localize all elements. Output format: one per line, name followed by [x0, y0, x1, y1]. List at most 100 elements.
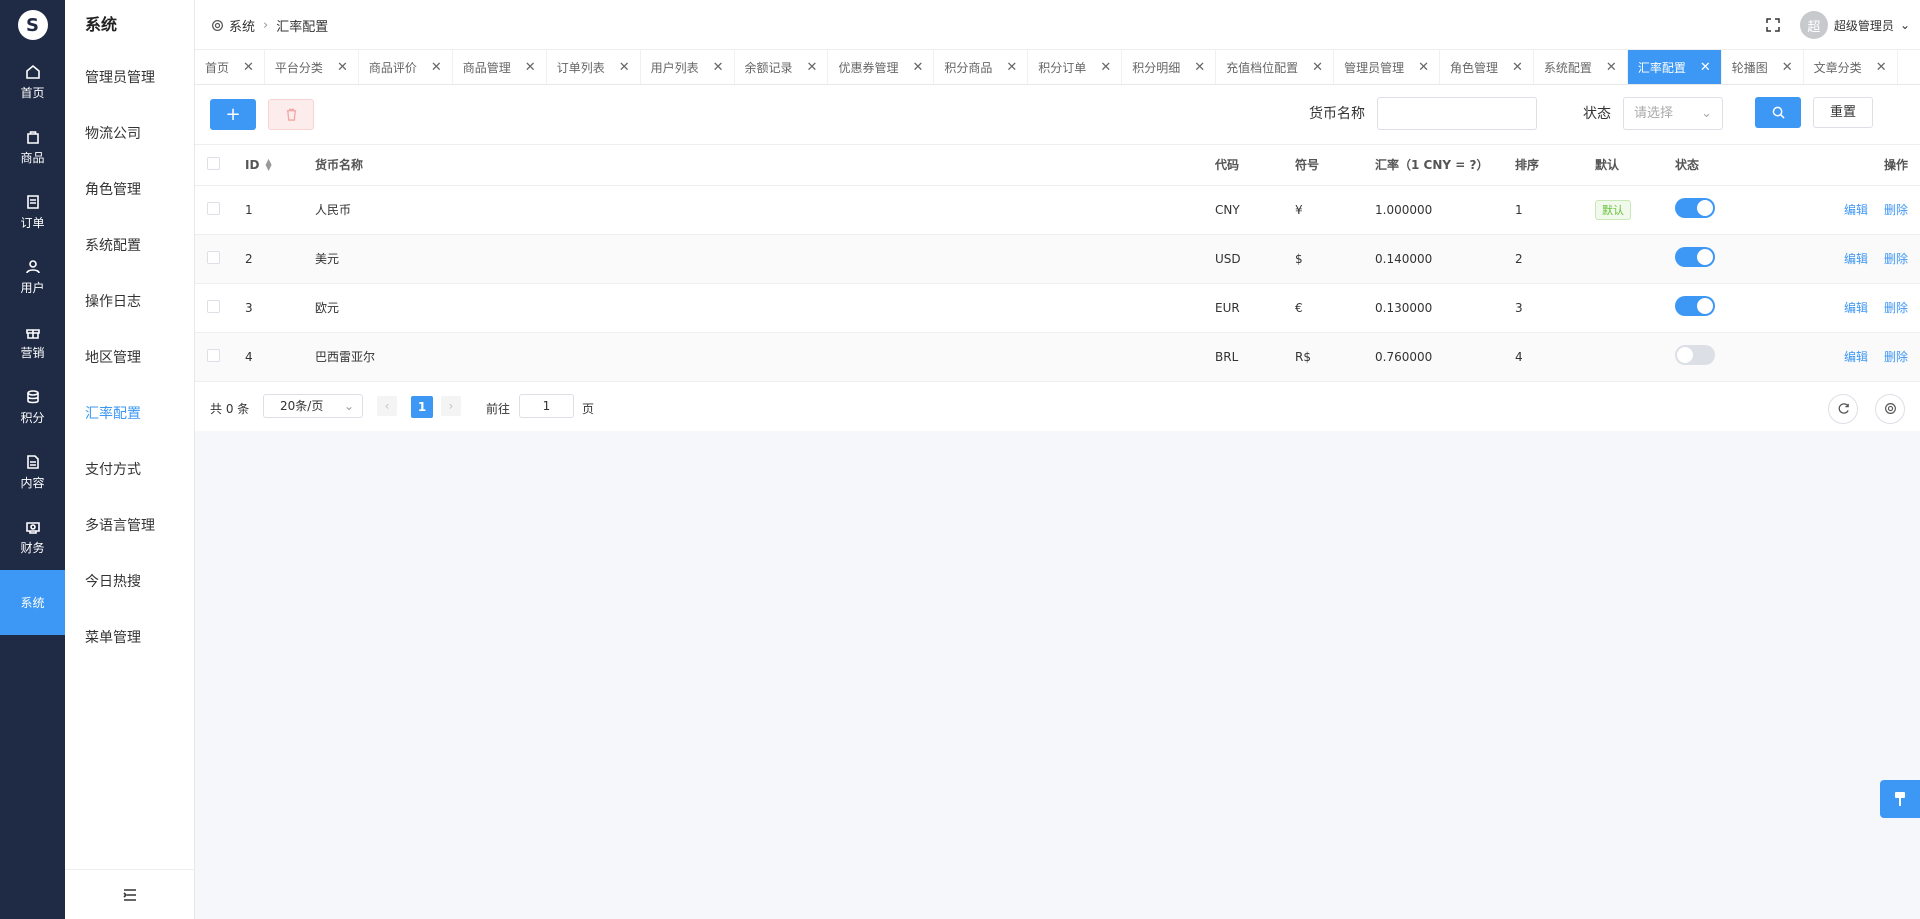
rail-item-orders[interactable]: 订单 — [0, 180, 65, 245]
edit-link[interactable]: 编辑 — [1844, 203, 1868, 217]
tab-coupons[interactable]: 优惠券管理 ✕ — [828, 50, 935, 84]
column-id[interactable]: ID ▲ ▼ — [245, 145, 315, 186]
edit-link[interactable]: 编辑 — [1844, 301, 1868, 315]
edit-link[interactable]: 编辑 — [1844, 350, 1868, 364]
subnav-item-payment-methods[interactable]: 支付方式 — [65, 442, 194, 498]
delete-button[interactable] — [268, 99, 314, 130]
tab-goods-manage[interactable]: 商品管理 ✕ — [453, 50, 547, 84]
tab-balance-log[interactable]: 余额记录 ✕ — [735, 50, 829, 84]
subnav-item-hot-search[interactable]: 今日热搜 — [65, 554, 194, 610]
tab-order-list[interactable]: 订单列表 ✕ — [547, 50, 641, 84]
currency-name-input[interactable] — [1377, 97, 1537, 130]
subnav-item-system-config[interactable]: 系统配置 — [65, 218, 194, 274]
close-icon[interactable]: ✕ — [431, 60, 442, 75]
tab-points-goods[interactable]: 积分商品 ✕ — [934, 50, 1029, 84]
close-icon[interactable]: ✕ — [1006, 60, 1017, 75]
tab-admins[interactable]: 管理员管理 ✕ — [1334, 50, 1440, 84]
close-icon[interactable]: ✕ — [1512, 60, 1523, 75]
tab-points-detail[interactable]: 积分明细 ✕ — [1122, 50, 1217, 84]
rail-item-content[interactable]: 内容 — [0, 440, 65, 505]
rail-item-goods[interactable]: 商品 — [0, 115, 65, 180]
close-icon[interactable]: ✕ — [525, 60, 536, 75]
settings-button[interactable] — [1875, 393, 1905, 424]
close-icon[interactable]: ✕ — [619, 60, 630, 75]
rail-item-finance[interactable]: 财务 — [0, 505, 65, 570]
subnav-item-logistics[interactable]: 物流公司 — [65, 106, 194, 162]
delete-link[interactable]: 删除 — [1884, 301, 1908, 315]
close-icon[interactable]: ✕ — [243, 60, 254, 75]
close-icon[interactable]: ✕ — [1194, 60, 1205, 75]
breadcrumb-root[interactable]: 系统 — [229, 16, 255, 35]
tab-roles[interactable]: 角色管理 ✕ — [1440, 50, 1534, 84]
subnav-item-menus[interactable]: 菜单管理 — [65, 610, 194, 666]
add-button[interactable]: + — [210, 99, 256, 130]
subnav-item-roles[interactable]: 角色管理 — [65, 162, 194, 218]
next-page-button[interactable]: › — [441, 395, 461, 416]
tab-home[interactable]: 首页 ✕ — [195, 50, 265, 84]
tab-label: 优惠券管理 — [838, 61, 899, 75]
current-page[interactable]: 1 — [411, 395, 433, 418]
delete-link[interactable]: 删除 — [1884, 203, 1908, 217]
page-size-select[interactable]: 20条/页 ⌄ — [263, 393, 363, 418]
tab-system-config[interactable]: 系统配置 ✕ — [1534, 50, 1628, 84]
theme-float-button[interactable] — [1880, 780, 1920, 818]
close-icon[interactable]: ✕ — [912, 60, 923, 75]
status-toggle[interactable] — [1675, 198, 1715, 218]
rail-item-marketing[interactable]: 营销 — [0, 310, 65, 375]
rail-item-points[interactable]: 积分 — [0, 375, 65, 440]
subnav-item-operation-log[interactable]: 操作日志 — [65, 274, 194, 330]
rail-item-system[interactable]: 系统 — [0, 570, 65, 635]
subnav-item-languages[interactable]: 多语言管理 — [65, 498, 194, 554]
close-icon[interactable]: ✕ — [1606, 60, 1617, 75]
status-toggle[interactable] — [1675, 345, 1715, 365]
close-icon[interactable]: ✕ — [1782, 60, 1793, 75]
close-icon[interactable]: ✕ — [713, 60, 724, 75]
tab-user-list[interactable]: 用户列表 ✕ — [641, 50, 735, 84]
cell-rate: 0.140000 — [1375, 234, 1515, 284]
edit-link[interactable]: 编辑 — [1844, 252, 1868, 266]
tab-goods-review[interactable]: 商品评价 ✕ — [359, 50, 453, 84]
delete-link[interactable]: 删除 — [1884, 350, 1908, 364]
rail-item-home[interactable]: 首页 — [0, 50, 65, 115]
search-button[interactable] — [1755, 97, 1801, 128]
close-icon[interactable]: ✕ — [807, 60, 818, 75]
tab-points-orders[interactable]: 积分订单 ✕ — [1028, 50, 1123, 84]
row-checkbox[interactable] — [207, 299, 220, 313]
collapse-sidebar-button[interactable] — [65, 869, 195, 919]
goto-page-input[interactable]: 1 — [519, 393, 574, 418]
row-checkbox[interactable] — [207, 348, 220, 362]
subnav-item-regions[interactable]: 地区管理 — [65, 330, 194, 386]
status-select[interactable]: 请选择 ⌄ — [1623, 97, 1723, 130]
tab-banners[interactable]: 轮播图 ✕ — [1722, 50, 1804, 84]
status-toggle[interactable] — [1675, 247, 1715, 267]
tab-label: 文章分类 — [1813, 61, 1862, 75]
close-icon[interactable]: ✕ — [1876, 60, 1887, 75]
close-icon[interactable]: ✕ — [1418, 60, 1429, 75]
app-logo[interactable]: S — [0, 0, 65, 50]
row-checkbox[interactable] — [207, 201, 220, 215]
fullscreen-icon[interactable] — [1766, 18, 1780, 32]
avatar[interactable]: 超 — [1799, 11, 1828, 39]
tab-article-category[interactable]: 文章分类 ✕ — [1804, 50, 1898, 84]
subnav-item-admins[interactable]: 管理员管理 — [65, 50, 194, 106]
chevron-down-icon[interactable]: ⌄ — [1900, 18, 1910, 32]
rail-item-users[interactable]: 用户 — [0, 245, 65, 310]
close-icon[interactable]: ✕ — [1100, 60, 1111, 75]
subnav-item-exchange-rates[interactable]: 汇率配置 — [65, 386, 194, 442]
tab-exchange-rates[interactable]: 汇率配置 ✕ — [1627, 50, 1722, 84]
row-checkbox[interactable] — [207, 250, 220, 264]
user-name[interactable]: 超级管理员 — [1834, 17, 1894, 34]
close-icon[interactable]: ✕ — [1312, 60, 1323, 75]
delete-link[interactable]: 删除 — [1884, 252, 1908, 266]
table-header-row: ID ▲ ▼ 货币名称 代码 符号 汇率（1 CNY = ?） 排序 默认 状态 操… — [195, 145, 1920, 186]
reset-button[interactable]: 重置 — [1813, 97, 1873, 128]
select-all-checkbox[interactable] — [207, 156, 220, 170]
sort-icon[interactable]: ▲ ▼ — [265, 158, 271, 172]
refresh-button[interactable] — [1828, 393, 1858, 424]
close-icon[interactable]: ✕ — [337, 60, 348, 75]
tab-platform-category[interactable]: 平台分类 ✕ — [265, 50, 359, 84]
tab-recharge-config[interactable]: 充值档位配置 ✕ — [1216, 50, 1335, 84]
status-toggle[interactable] — [1675, 296, 1715, 316]
prev-page-button[interactable]: ‹ — [377, 395, 397, 416]
close-icon[interactable]: ✕ — [1700, 60, 1711, 75]
